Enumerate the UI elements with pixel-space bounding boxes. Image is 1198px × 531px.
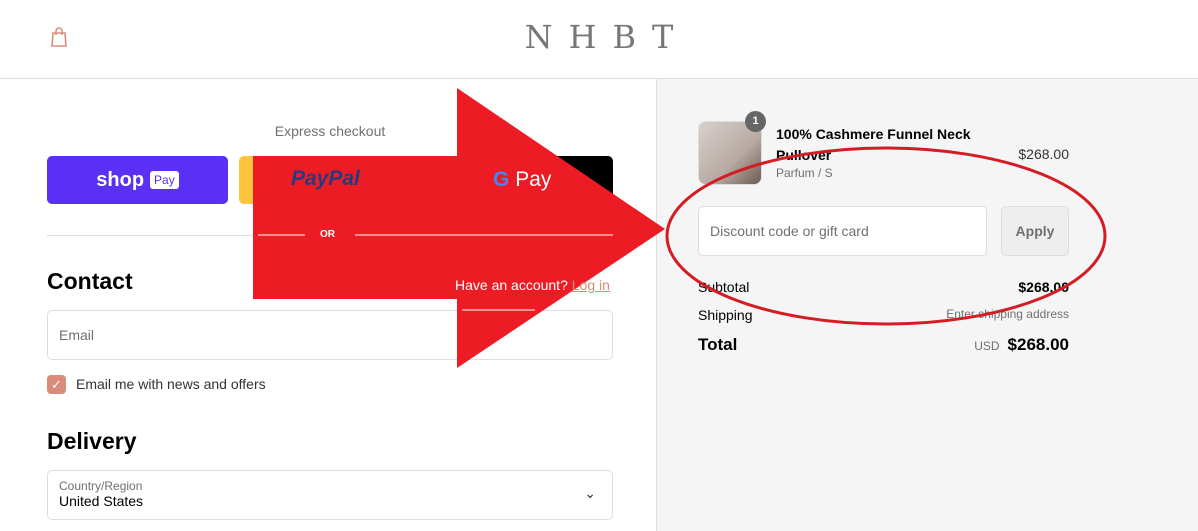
have-account-text: Have an account? Log in	[455, 277, 610, 293]
google-pay-label: Pay	[515, 168, 552, 191]
google-pay-logo: G Pay	[493, 168, 551, 192]
or-divider-label: OR	[320, 229, 335, 240]
paypal-logo: PayPal	[291, 167, 360, 190]
red-arrow-annotation	[253, 88, 665, 368]
have-account-label: Have an account?	[455, 277, 568, 293]
annotation-overlay	[253, 88, 1107, 368]
google-g-icon: G	[493, 168, 510, 191]
red-ellipse-annotation	[665, 146, 1107, 326]
login-link[interactable]: Log in	[572, 277, 610, 293]
